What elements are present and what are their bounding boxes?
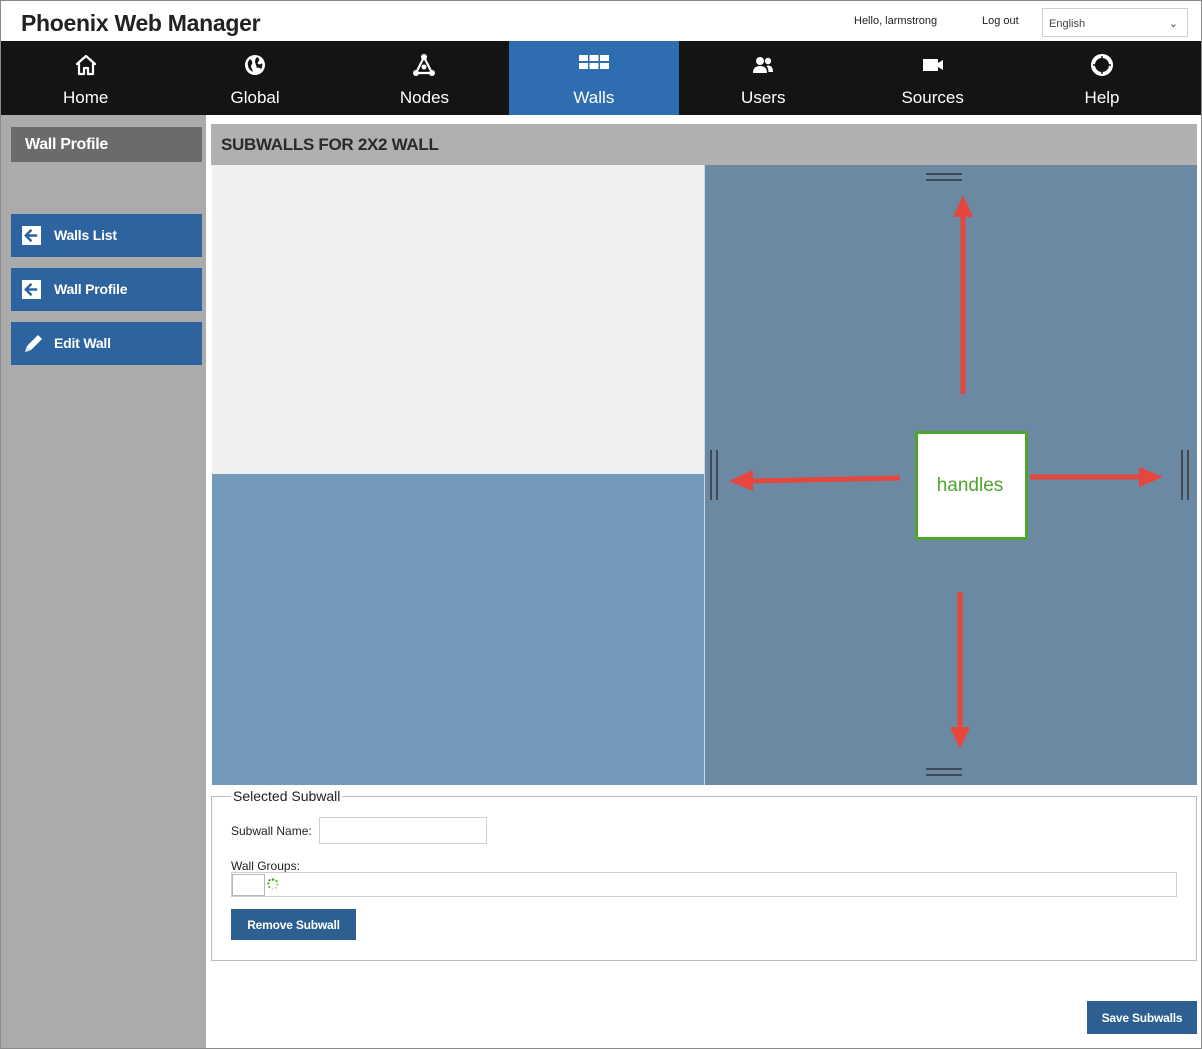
nav-sources-label: Sources [901,88,964,107]
language-select[interactable]: English ⌄ [1042,8,1188,37]
pencil-icon [25,335,42,352]
nodes-icon [413,54,436,76]
nav-nodes[interactable]: Nodes [340,41,509,115]
main-nav: Home Global Nodes Walls Users Sources He… [1,41,1201,115]
resize-handle-top[interactable] [926,173,962,181]
camera-icon [922,59,943,71]
users-icon [753,57,774,73]
lifebuoy-icon [1091,54,1114,76]
page-title: SUBWALLS FOR 2X2 WALL [211,124,1197,165]
arrow-up-annotation [953,195,973,394]
nav-global[interactable]: Global [170,41,339,115]
sidebar: Wall Profile Walls List Wall Profile Edi… [1,115,206,1048]
nav-sources[interactable]: Sources [848,41,1017,115]
wall-groups-label: Wall Groups: [231,859,300,873]
arrow-left-annotation [729,470,901,491]
app-title: Phoenix Web Manager [21,10,261,36]
nav-help-label: Help [1084,88,1120,107]
arrow-right-annotation [1030,467,1163,487]
wall-groups-input[interactable] [232,874,265,896]
walls-list-button[interactable]: Walls List [11,214,202,257]
nav-users[interactable]: Users [679,41,848,115]
wall-canvas: handles [212,165,1197,785]
arrow-left-icon [22,226,41,245]
nav-users-label: Users [741,88,786,107]
save-subwalls-button[interactable]: Save Subwalls [1087,1001,1197,1034]
logout-link[interactable]: Log out [982,15,1019,27]
app-window: Phoenix Web Manager Hello, larmstrong Lo… [0,0,1202,1049]
globe-icon [245,55,266,75]
handles-overlay: handles [710,173,1189,776]
resize-handle-right[interactable] [1181,450,1189,500]
nav-home-label: Home [63,88,109,107]
edit-wall-label: Edit Wall [54,335,111,351]
walls-list-label: Walls List [54,227,117,243]
subwall-name-input[interactable] [319,817,487,844]
home-icon [75,54,96,76]
user-greeting: Hello, larmstrong [854,15,938,27]
wall-groups-field[interactable] [231,872,1177,897]
wall-profile-button[interactable]: Wall Profile [11,268,202,311]
selected-subwall-legend: Selected Subwall [231,788,343,804]
language-value: English [1049,18,1086,30]
edit-wall-button[interactable]: Edit Wall [11,322,202,365]
arrow-left-icon [22,280,41,299]
grid-icon [578,55,609,69]
subwall-name-label: Subwall Name: [231,824,312,838]
resize-handle-left[interactable] [710,450,718,500]
remove-subwall-button[interactable]: Remove Subwall [231,909,356,940]
nav-help[interactable]: Help [1017,41,1186,115]
resize-handle-bottom[interactable] [926,768,962,776]
loading-spinner-icon [267,878,279,890]
chevron-down-icon: ⌄ [1168,18,1178,30]
wall-profile-label: Wall Profile [54,281,128,297]
nav-walls-label: Walls [573,88,615,107]
sidebar-title: Wall Profile [11,127,202,162]
handles-annotation-label: handles [937,475,1004,496]
nav-nodes-label: Nodes [399,88,450,107]
nav-home[interactable]: Home [1,41,170,115]
nav-global-label: Global [230,88,280,107]
top-header: Phoenix Web Manager Hello, larmstrong Lo… [1,1,1201,41]
nav-walls[interactable]: Walls [509,41,679,115]
arrow-down-annotation [950,592,970,749]
